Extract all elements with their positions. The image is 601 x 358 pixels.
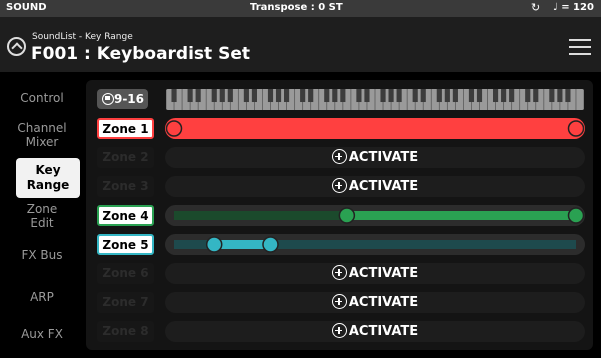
sidebar-item-zone-edit[interactable]: Zone Edit bbox=[10, 202, 74, 230]
activate-button[interactable]: ACTIVATE bbox=[165, 292, 585, 313]
mode-label: SOUND bbox=[6, 2, 47, 13]
chevron-up-icon[interactable] bbox=[7, 37, 26, 56]
header: SoundList - Key Range F001 : Keyboardist… bbox=[0, 17, 601, 72]
range-bar bbox=[346, 211, 576, 220]
zone-4-key-range-slider[interactable] bbox=[165, 205, 585, 226]
part-range-button[interactable]: 9-16 bbox=[97, 89, 148, 109]
sidebar-item-control[interactable]: Control bbox=[4, 91, 80, 106]
zone-2-button[interactable]: Zone 2 bbox=[97, 147, 154, 168]
zone-7-button[interactable]: Zone 7 bbox=[97, 292, 154, 313]
low-key-handle[interactable] bbox=[165, 120, 183, 137]
keyboard-display bbox=[166, 89, 584, 110]
range-bar bbox=[214, 240, 271, 249]
low-key-handle[interactable] bbox=[338, 207, 356, 224]
hamburger-menu-icon[interactable] bbox=[569, 38, 591, 55]
sidebar-item-label: Zone Edit bbox=[26, 202, 58, 230]
sidebar-item-channel-mixer[interactable]: Channel Mixer bbox=[3, 121, 81, 149]
key-range-panel: 9-16 Zone 1 Zone 2 ACTIVATE Zone 3 ACTIVATE Z… bbox=[86, 80, 593, 350]
sidebar-item-label: Key Range bbox=[26, 163, 70, 192]
part-range-label: 9-16 bbox=[113, 92, 144, 106]
zone-8-key-range-slider[interactable]: ACTIVATE bbox=[165, 321, 585, 342]
page-title: F001 : Keyboardist Set bbox=[31, 44, 250, 64]
range-bar bbox=[174, 124, 576, 133]
activate-label: ACTIVATE bbox=[348, 179, 419, 194]
zone-1-button[interactable]: Zone 1 bbox=[97, 118, 154, 139]
high-key-handle[interactable] bbox=[567, 207, 585, 224]
activate-label: ACTIVATE bbox=[348, 295, 419, 310]
zone-4-button[interactable]: Zone 4 bbox=[97, 205, 154, 226]
zone-2-key-range-slider[interactable]: ACTIVATE bbox=[165, 147, 585, 168]
piano-keys-icon bbox=[166, 89, 584, 110]
tempo-readout: ♩ = 120 bbox=[553, 2, 594, 13]
activate-button[interactable]: ACTIVATE bbox=[165, 321, 585, 342]
zone-6-key-range-slider[interactable]: ACTIVATE bbox=[165, 263, 585, 284]
high-key-handle[interactable] bbox=[262, 236, 279, 253]
activate-label: ACTIVATE bbox=[348, 150, 419, 165]
breadcrumb: SoundList - Key Range bbox=[32, 32, 133, 42]
sidebar-item-key-range[interactable]: Key Range bbox=[16, 158, 80, 198]
sidebar-item-arp[interactable]: ARP bbox=[4, 290, 80, 305]
zone-6-button[interactable]: Zone 6 bbox=[97, 263, 154, 284]
switch-icon bbox=[102, 93, 114, 105]
zone-8-button[interactable]: Zone 8 bbox=[97, 321, 154, 342]
low-key-handle[interactable] bbox=[205, 236, 223, 253]
activate-label: ACTIVATE bbox=[348, 324, 419, 339]
status-bar: SOUND Transpose : 0 ST ↻ ♩ = 120 bbox=[0, 0, 601, 17]
high-key-handle[interactable] bbox=[567, 120, 585, 137]
sidebar-item-aux-fx[interactable]: Aux FX bbox=[4, 327, 80, 342]
plus-circle-icon bbox=[331, 294, 347, 309]
zone-1-key-range-slider[interactable] bbox=[165, 118, 585, 139]
sync-icon: ↻ bbox=[531, 1, 541, 14]
zone-3-button[interactable]: Zone 3 bbox=[97, 176, 154, 197]
activate-button[interactable]: ACTIVATE bbox=[165, 176, 585, 197]
zone-5-key-range-slider[interactable] bbox=[165, 234, 585, 255]
plus-circle-icon bbox=[331, 149, 347, 164]
transpose-readout: Transpose : 0 ST bbox=[250, 2, 343, 13]
zone-3-key-range-slider[interactable]: ACTIVATE bbox=[165, 176, 585, 197]
plus-circle-icon bbox=[331, 265, 347, 280]
plus-circle-icon bbox=[331, 178, 347, 193]
activate-label: ACTIVATE bbox=[348, 266, 419, 281]
zone-5-button[interactable]: Zone 5 bbox=[97, 234, 154, 255]
activate-button[interactable]: ACTIVATE bbox=[165, 147, 585, 168]
plus-circle-icon bbox=[331, 323, 347, 338]
zone-7-key-range-slider[interactable]: ACTIVATE bbox=[165, 292, 585, 313]
activate-button[interactable]: ACTIVATE bbox=[165, 263, 585, 284]
sidebar-item-fx-bus[interactable]: FX Bus bbox=[4, 248, 80, 263]
sidebar-item-label: Channel Mixer bbox=[17, 121, 67, 149]
